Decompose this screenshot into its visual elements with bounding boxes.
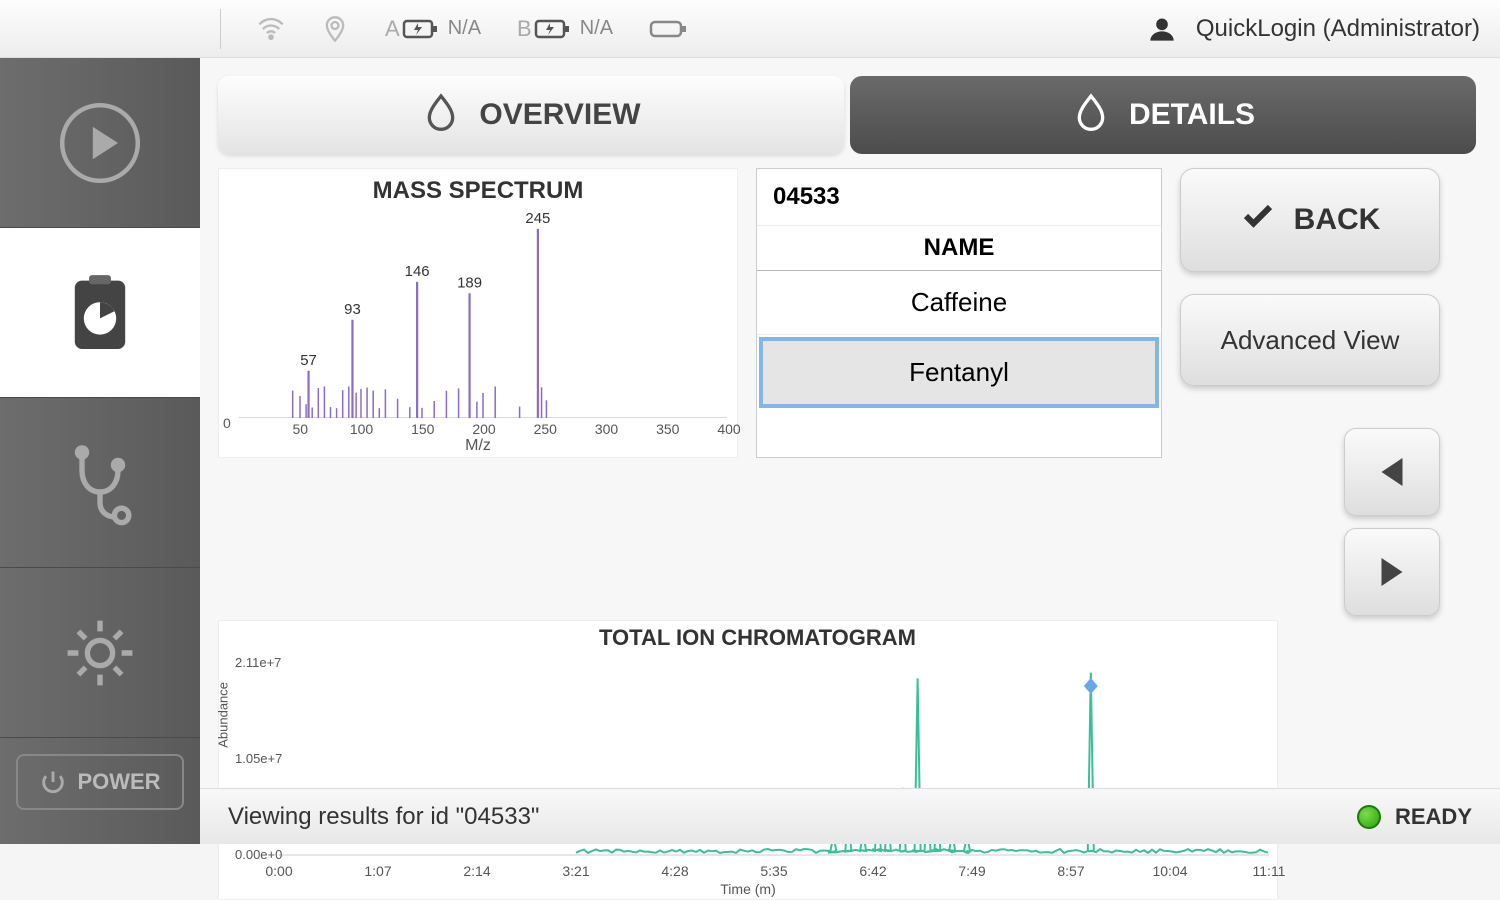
right-button-column: BACK Advanced View: [1180, 168, 1440, 616]
battery-a-value: N/A: [448, 17, 481, 40]
status-text: READY: [1395, 804, 1472, 830]
advanced-label: Advanced View: [1221, 325, 1400, 356]
battery-a-prefix: A: [385, 16, 400, 42]
tic-xaxis-label: Time (m): [219, 881, 1277, 897]
prev-button[interactable]: [1344, 428, 1440, 516]
status-indicator-dot: [1357, 805, 1381, 829]
result-row[interactable]: Caffeine: [757, 271, 1161, 335]
ms-xtick: 150: [411, 421, 434, 437]
battery-main-icon: [649, 17, 689, 41]
tabs: OVERVIEW DETAILS: [218, 76, 1476, 154]
next-button[interactable]: [1344, 528, 1440, 616]
drop-icon: [421, 91, 461, 139]
back-label: BACK: [1294, 203, 1381, 237]
svg-text:93: 93: [344, 301, 361, 318]
battery-b-value: N/A: [580, 17, 613, 40]
ms-xtick: 200: [472, 421, 495, 437]
tic-ytick: 2.11e+7: [235, 655, 281, 670]
tic-xtick: 11:11: [1253, 863, 1286, 879]
top-status-bar: A N/A B N/A QuickLogin (Administrator): [0, 0, 1500, 58]
tic-xtick: 2:14: [463, 863, 490, 879]
tic-chart[interactable]: TOTAL ION CHROMATOGRAM Abundance 0:00 1:0…: [218, 620, 1278, 900]
user-icon: [1148, 15, 1176, 43]
ms-xtick: 400: [717, 421, 740, 437]
tic-yaxis-label: Abundance: [216, 682, 231, 748]
sidebar-results-button[interactable]: [0, 228, 200, 398]
tab-details[interactable]: DETAILS: [850, 76, 1476, 154]
results-panel: 04533 NAME CaffeineFentanyl: [756, 168, 1162, 458]
ms-xaxis-label: M/z: [219, 437, 737, 455]
svg-text:57: 57: [300, 352, 317, 369]
result-id: 04533: [757, 169, 1161, 225]
tic-xtick: 8:57: [1057, 863, 1084, 879]
tic-xtick: 4:28: [661, 863, 688, 879]
left-arrow-icon: [1371, 451, 1413, 493]
tic-chart-title: TOTAL ION CHROMATOGRAM: [599, 625, 916, 651]
back-button[interactable]: BACK: [1180, 168, 1440, 272]
ms-xtick: 300: [595, 421, 618, 437]
status-message: Viewing results for id "04533": [228, 803, 539, 831]
ms-xtick: 50: [292, 421, 308, 437]
tic-xtick: 6:42: [859, 863, 886, 879]
svg-text:245: 245: [525, 210, 550, 227]
main-panel: OVERVIEW DETAILS MASS SPECTRUM 57 93 146 18…: [200, 58, 1500, 788]
battery-b-prefix: B: [517, 16, 532, 42]
tic-xtick: 5:35: [760, 863, 787, 879]
advanced-view-button[interactable]: Advanced View: [1180, 294, 1440, 386]
ms-chart-title: MASS SPECTRUM: [219, 177, 737, 205]
tic-xtick: 7:49: [958, 863, 985, 879]
mass-spectrum-chart[interactable]: MASS SPECTRUM 57 93 146 189 245 0 50 100 150 20…: [218, 168, 738, 458]
sidebar-diagnostics-button[interactable]: [0, 398, 200, 568]
tic-xtick: 3:21: [562, 863, 589, 879]
result-row[interactable]: Fentanyl: [759, 337, 1159, 408]
wifi-icon: [257, 15, 285, 43]
sidebar-run-button[interactable]: [0, 58, 200, 228]
sidebar-settings-button[interactable]: [0, 568, 200, 738]
tab-details-label: DETAILS: [1129, 98, 1255, 132]
tab-overview-label: OVERVIEW: [479, 98, 640, 132]
tic-xtick: 0:00: [265, 863, 292, 879]
tic-ytick: 0.00e+0: [235, 847, 282, 862]
tic-xtick: 1:07: [364, 863, 391, 879]
battery-b-status: B N/A: [517, 16, 613, 42]
sidebar: POWER: [0, 58, 200, 844]
divider: [220, 9, 221, 49]
ms-xtick: 250: [534, 421, 557, 437]
ms-xtick: 350: [656, 421, 679, 437]
power-button[interactable]: POWER: [16, 754, 184, 810]
location-icon: [321, 15, 349, 43]
tic-xtick: 10:04: [1152, 863, 1187, 879]
tic-ytick: 1.05e+7: [235, 751, 282, 766]
right-arrow-icon: [1371, 551, 1413, 593]
ms-plot-area: 57 93 146 189 245: [239, 209, 727, 418]
results-name-header: NAME: [757, 225, 1161, 271]
ms-xtick: 100: [350, 421, 373, 437]
user-label[interactable]: QuickLogin (Administrator): [1196, 15, 1480, 43]
bottom-status-bar: Viewing results for id "04533" READY: [200, 788, 1500, 844]
drop-icon: [1071, 91, 1111, 139]
svg-text:146: 146: [405, 263, 430, 280]
power-label: POWER: [77, 769, 160, 795]
svg-text:189: 189: [457, 274, 482, 291]
tab-overview[interactable]: OVERVIEW: [218, 76, 844, 154]
ms-y-zero: 0: [223, 415, 231, 431]
check-icon: [1240, 198, 1276, 242]
battery-a-status: A N/A: [385, 16, 481, 42]
